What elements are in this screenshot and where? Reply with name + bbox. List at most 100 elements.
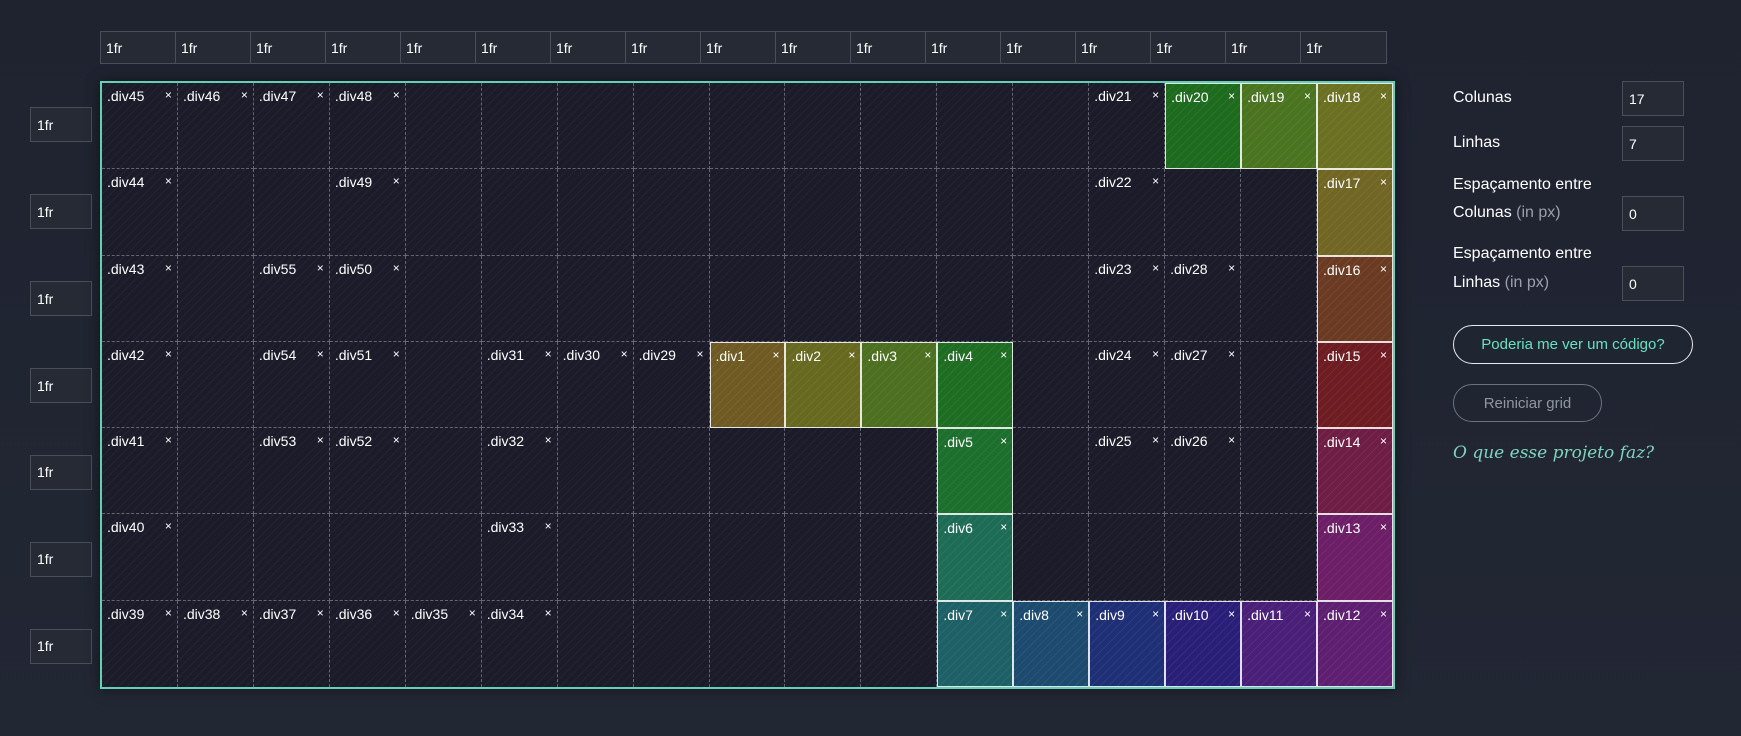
column-size-input[interactable] (1000, 31, 1075, 64)
grid-item[interactable]: .div3 × (861, 341, 938, 429)
remove-item-icon[interactable]: × (1152, 607, 1159, 621)
remove-item-icon[interactable]: × (697, 347, 704, 361)
grid-item[interactable]: .div55 × (253, 255, 330, 342)
row-size-input[interactable] (30, 541, 92, 577)
remove-item-icon[interactable]: × (1228, 347, 1235, 361)
column-size-input[interactable] (1150, 31, 1225, 64)
remove-item-icon[interactable]: × (469, 606, 476, 620)
grid-item[interactable]: .div26 × (1165, 428, 1242, 515)
grid-cell-empty[interactable] (1241, 428, 1318, 515)
grid-cell-empty[interactable] (1089, 514, 1166, 601)
grid-item[interactable]: .div54 × (253, 341, 330, 429)
column-size-input[interactable] (850, 31, 925, 64)
grid-cell-empty[interactable] (405, 255, 482, 342)
remove-item-icon[interactable]: × (393, 433, 400, 447)
grid-item[interactable]: .div27 × (1165, 341, 1242, 429)
grid-cell-empty[interactable] (633, 255, 710, 342)
grid-item[interactable]: .div34 × (482, 600, 558, 687)
remove-item-icon[interactable]: × (545, 433, 552, 447)
grid-item[interactable]: .div44 × (102, 169, 178, 256)
grid-item[interactable]: .div52 × (329, 428, 406, 515)
grid-cell-empty[interactable] (1165, 169, 1242, 256)
grid-cell-empty[interactable] (709, 83, 786, 170)
remove-item-icon[interactable]: × (165, 261, 172, 275)
grid-cell-empty[interactable] (557, 514, 634, 601)
grid-cell-empty[interactable] (1165, 514, 1242, 601)
grid-item[interactable]: .div31 × (481, 341, 558, 429)
grid-cell-empty[interactable] (861, 428, 938, 515)
grid-cell-empty[interactable] (177, 514, 254, 601)
column-size-input[interactable] (1075, 31, 1150, 64)
grid-cell-empty[interactable] (861, 514, 938, 601)
remove-item-icon[interactable]: × (165, 88, 172, 102)
grid-item[interactable]: .div42 × (102, 341, 178, 429)
column-size-input[interactable] (700, 31, 775, 64)
row-size-input[interactable] (30, 194, 92, 230)
grid-cell-empty[interactable] (1241, 255, 1318, 342)
grid-item[interactable]: .div37 × (254, 600, 330, 687)
grid-cell-empty[interactable] (253, 514, 330, 601)
grid-cell-empty[interactable] (557, 83, 634, 170)
column-size-input[interactable] (1300, 31, 1387, 64)
grid-item[interactable]: .div30 × (557, 341, 634, 429)
grid-item[interactable]: .div41 × (102, 428, 178, 515)
about-project-link[interactable]: O que esse projeto faz? (1453, 443, 1654, 463)
remove-item-icon[interactable]: × (1152, 88, 1159, 102)
grid-item[interactable]: .div23 × (1089, 255, 1166, 342)
grid-cell-empty[interactable] (937, 169, 1014, 256)
grid-cell-empty[interactable] (405, 514, 482, 601)
grid-cell-empty[interactable] (177, 428, 254, 515)
grid-cell-empty[interactable] (633, 428, 710, 515)
remove-item-icon[interactable]: × (1380, 434, 1387, 448)
column-gap-input[interactable] (1622, 196, 1684, 231)
remove-item-icon[interactable]: × (772, 348, 779, 362)
remove-item-icon[interactable]: × (317, 88, 324, 102)
grid-cell-empty[interactable] (1013, 341, 1090, 429)
remove-item-icon[interactable]: × (1380, 607, 1387, 621)
remove-item-icon[interactable]: × (1228, 433, 1235, 447)
grid-item[interactable]: .div18 × (1317, 83, 1393, 170)
grid-cell-empty[interactable] (557, 255, 634, 342)
remove-item-icon[interactable]: × (317, 433, 324, 447)
grid-cell-empty[interactable] (1241, 169, 1318, 256)
remove-item-icon[interactable]: × (1076, 607, 1083, 621)
grid-cell-empty[interactable] (329, 514, 406, 601)
show-code-button[interactable]: Poderia me ver um código? (1453, 325, 1693, 364)
remove-item-icon[interactable]: × (1228, 261, 1235, 275)
grid-cell-empty[interactable] (709, 169, 786, 256)
grid-cell-empty[interactable] (861, 600, 938, 687)
column-size-input[interactable] (775, 31, 850, 64)
grid-cell-empty[interactable] (785, 514, 862, 601)
remove-item-icon[interactable]: × (1380, 520, 1387, 534)
grid-item[interactable]: .div8 × (1013, 600, 1090, 687)
column-size-input[interactable] (400, 31, 475, 64)
remove-item-icon[interactable]: × (1380, 89, 1387, 103)
grid-item[interactable]: .div46 × (177, 83, 254, 170)
grid-item[interactable]: .div43 × (102, 255, 178, 342)
remove-item-icon[interactable]: × (317, 347, 324, 361)
remove-item-icon[interactable]: × (1152, 261, 1159, 275)
grid-item[interactable]: .div12 × (1317, 600, 1393, 687)
grid-cell-empty[interactable] (1013, 83, 1090, 170)
remove-item-icon[interactable]: × (393, 88, 400, 102)
grid-cell-empty[interactable] (785, 169, 862, 256)
column-size-input[interactable] (100, 31, 175, 64)
remove-item-icon[interactable]: × (545, 519, 552, 533)
grid-cell-empty[interactable] (405, 341, 482, 429)
remove-item-icon[interactable]: × (1380, 175, 1387, 189)
row-size-input[interactable] (30, 281, 92, 317)
reset-grid-button[interactable]: Reiniciar grid (1453, 384, 1602, 422)
remove-item-icon[interactable]: × (241, 606, 248, 620)
grid-item[interactable]: .div39 × (102, 600, 178, 687)
remove-item-icon[interactable]: × (1000, 607, 1007, 621)
grid-item[interactable]: .div32 × (481, 428, 558, 515)
grid-item[interactable]: .div38 × (178, 600, 254, 687)
grid-item[interactable]: .div19 × (1241, 83, 1318, 170)
grid-item[interactable]: .div51 × (329, 341, 406, 429)
column-size-input[interactable] (925, 31, 1000, 64)
grid-item[interactable]: .div20 × (1165, 83, 1242, 170)
grid-item[interactable]: .div21 × (1089, 83, 1166, 170)
row-size-input[interactable] (30, 107, 92, 143)
grid-item[interactable]: .div36 × (330, 600, 406, 687)
remove-item-icon[interactable]: × (545, 347, 552, 361)
